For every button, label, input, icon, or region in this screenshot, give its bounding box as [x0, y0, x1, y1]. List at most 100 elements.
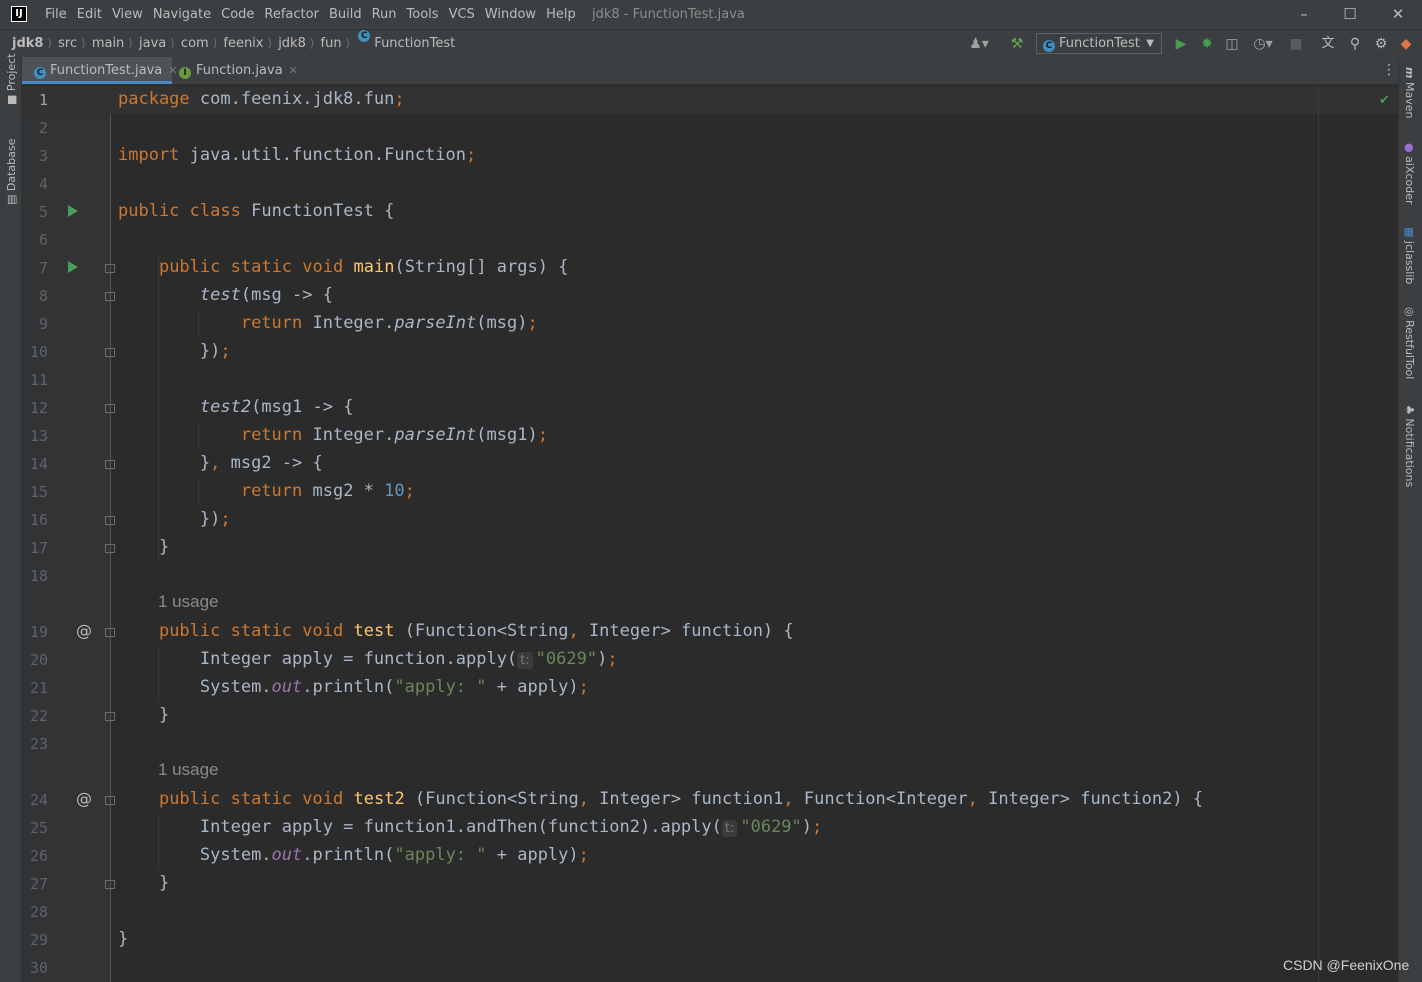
usage-inlay-hint[interactable]: 1 usage	[158, 592, 219, 612]
chevron-right-icon: ⟩	[345, 36, 351, 50]
code-text: msg2 *	[302, 481, 385, 501]
menu-tools[interactable]: Tools	[407, 0, 439, 29]
run-gutter-icon[interactable]	[68, 261, 78, 273]
run-configuration-select[interactable]: C FunctionTest ▼	[1036, 33, 1162, 54]
menu-help[interactable]: Help	[546, 0, 576, 29]
bell-icon: ♣	[1403, 405, 1416, 415]
restfultool-tool-window[interactable]: ◎ RestfulTool	[1403, 307, 1416, 379]
project-tool-window[interactable]: ■ Project	[5, 53, 18, 105]
line-number: 15	[29, 483, 48, 501]
code-line-29: }	[118, 929, 128, 949]
fold-icon[interactable]	[105, 796, 115, 805]
keyword: void	[302, 257, 344, 277]
fold-icon[interactable]	[105, 516, 115, 525]
build-hammer-icon[interactable]: ⚒	[1007, 34, 1027, 54]
fold-icon[interactable]	[105, 348, 115, 357]
menu-file[interactable]: File	[45, 0, 67, 29]
stop-icon[interactable]: ■	[1288, 34, 1304, 54]
method-name: test	[353, 621, 395, 641]
comma: ,	[967, 789, 978, 809]
notifications-tool-window[interactable]: ♣ Notifications	[1403, 405, 1416, 487]
menu-window[interactable]: Window	[485, 0, 536, 29]
fold-icon[interactable]	[105, 404, 115, 413]
jetbrains-icon[interactable]: ◆	[1397, 34, 1415, 54]
translate-icon[interactable]: 文	[1318, 34, 1338, 54]
menu-code[interactable]: Code	[221, 0, 254, 29]
breadcrumb-main[interactable]: main	[92, 30, 124, 57]
no-problems-check-icon[interactable]: ✔	[1379, 93, 1390, 108]
watermark: CSDN @FeenixOne	[1283, 957, 1410, 973]
line-number: 29	[29, 931, 48, 949]
menu-run[interactable]: Run	[372, 0, 397, 29]
maven-tool-window[interactable]: m Maven	[1403, 67, 1416, 118]
menu-build[interactable]: Build	[329, 0, 362, 29]
menu-edit[interactable]: Edit	[77, 0, 102, 29]
keyword: void	[302, 621, 344, 641]
tab-function-java[interactable]: I Function.java ✕	[169, 57, 309, 84]
method-call: test2	[199, 397, 252, 417]
database-tool-window[interactable]: ▤ Database	[5, 139, 18, 205]
breadcrumb-feenix[interactable]: feenix	[223, 30, 263, 57]
code-text: FunctionTest {	[240, 201, 395, 221]
menu-view[interactable]: View	[112, 0, 143, 29]
code-line-13: return Integer.parseInt(msg1);	[118, 425, 548, 445]
menu-vcs[interactable]: VCS	[449, 0, 475, 29]
fold-icon[interactable]	[105, 292, 115, 301]
breadcrumb-class[interactable]: FunctionTest	[374, 30, 455, 57]
keyword: import	[118, 145, 180, 165]
fold-icon[interactable]	[105, 460, 115, 469]
window-title: jdk8 - FunctionTest.java	[592, 7, 745, 22]
more-tabs-icon[interactable]: ⋮	[1382, 57, 1396, 84]
code-text: Integer> function) {	[578, 621, 794, 641]
string-literal: "apply: "	[394, 677, 487, 697]
right-tool-strip: m Maven ● aiXcoder ▦ jclasslib ◎ Restful…	[1398, 57, 1422, 982]
fold-icon[interactable]	[105, 880, 115, 889]
left-tool-strip: ■ Project ▤ Database	[0, 53, 22, 982]
maximize-button[interactable]: ☐	[1327, 0, 1373, 29]
chevron-down-icon: ▼	[1146, 38, 1154, 49]
breadcrumb-fun[interactable]: fun	[321, 30, 342, 57]
string-literal: "0629"	[740, 817, 802, 837]
code-text: (msg -> {	[240, 285, 333, 305]
settings-icon[interactable]: ⚙	[1372, 34, 1390, 54]
run-icon[interactable]: ▶	[1172, 34, 1190, 54]
implements-gutter-icon[interactable]: @	[76, 621, 92, 640]
close-icon[interactable]: ✕	[289, 64, 298, 77]
breadcrumb-com[interactable]: com	[181, 30, 209, 57]
fold-icon[interactable]	[105, 264, 115, 273]
tab-functiontest-java[interactable]: C FunctionTest.java ✕	[22, 57, 177, 84]
code-text: (Function<String	[394, 621, 569, 641]
breadcrumb-java[interactable]: java	[139, 30, 166, 57]
menu-navigate[interactable]: Navigate	[153, 0, 211, 29]
aixcoder-tool-window[interactable]: ● aiXcoder	[1403, 143, 1416, 205]
fold-icon[interactable]	[105, 628, 115, 637]
search-icon[interactable]: ⚲	[1346, 34, 1364, 54]
comma: ,	[210, 453, 221, 473]
implements-gutter-icon[interactable]: @	[76, 789, 92, 808]
usage-inlay-hint[interactable]: 1 usage	[158, 760, 219, 780]
coverage-icon[interactable]: ◫	[1223, 34, 1241, 54]
fold-icon[interactable]	[105, 544, 115, 553]
close-button[interactable]: ✕	[1375, 0, 1421, 29]
close-icon: ✕	[1391, 5, 1405, 23]
code-line-10: });	[118, 341, 231, 361]
keyword: public	[118, 201, 180, 221]
code-text: Integer apply = function1.andThen(functi…	[199, 817, 722, 837]
method-call: parseInt	[394, 313, 477, 333]
debug-icon[interactable]: ✸	[1198, 34, 1216, 54]
profile-icon[interactable]: ◷▾	[1248, 34, 1278, 54]
class-icon: C	[358, 30, 371, 42]
breadcrumb-jdk8[interactable]: jdk8	[278, 30, 306, 57]
code-text: })	[199, 509, 221, 529]
jclasslib-tool-window[interactable]: ▦ jclasslib	[1403, 227, 1416, 284]
parameter-hint: t:	[721, 820, 738, 837]
fold-icon[interactable]	[105, 712, 115, 721]
line-number: 13	[29, 427, 48, 445]
user-icon[interactable]: ♟▾	[966, 34, 992, 54]
run-gutter-icon[interactable]	[68, 205, 78, 217]
breadcrumb-src[interactable]: src	[58, 30, 77, 57]
code-text: }	[158, 537, 170, 557]
minimize-button[interactable]: –	[1281, 0, 1327, 29]
chevron-right-icon: ⟩	[212, 36, 218, 50]
menu-refactor[interactable]: Refactor	[264, 0, 319, 29]
